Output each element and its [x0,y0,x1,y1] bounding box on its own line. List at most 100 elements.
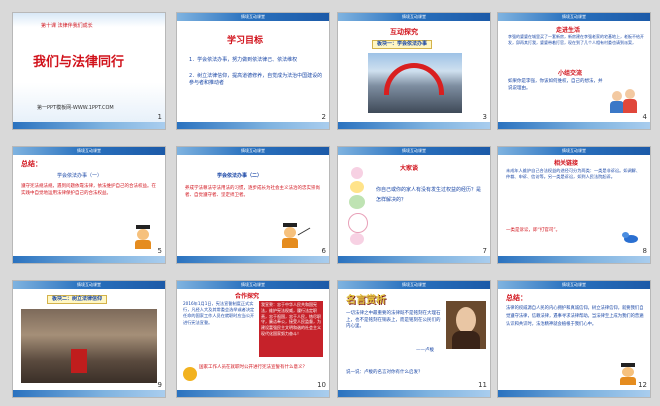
slide-title: 相关链接 [554,160,579,167]
header-text: 情境互动课堂 [77,282,101,287]
slide-number: 8 [642,247,647,255]
slide-header-band: 情境互动课堂 [177,13,329,21]
slide-body: 未成年人维护自己合法权益的途径可分为两类：一类是非诉讼。如调解、仲裁、申诉、信访… [506,168,641,180]
slide-footer-band [13,390,165,397]
header-text: 情境互动课堂 [77,148,101,153]
slide-number: 2 [321,113,326,121]
slide-header-band: 情境互动课堂 [498,13,650,21]
slide-point-2: 2．树立法律信仰，提高道德修养，自觉成为法治中国建设的参与者和推动者 [189,73,323,86]
slide-footer-band [177,122,329,129]
slide-subheading: 学会依法办事（一） [57,173,103,179]
slide-body: 养成学法尊法守法用法的习惯，逐步成长为社会主义法治的忠实崇尚者、自觉遵守者、坚定… [185,186,320,198]
slide-number: 9 [157,381,162,389]
slide-footer-band [177,256,329,263]
group-photo [368,53,462,113]
slide-title: 走进生活 [556,27,581,34]
slide-header-band: 情境互动课堂 [498,281,650,289]
slide-body: 2016年1月1日，宪法宣誓制度正式实行，凡经人大及其常委会选举或者决定任命的国… [183,301,255,325]
slide-point-1: 1．学会依法办事，努力做到依法律己、依法维权 [189,57,298,63]
slide-question: 说一说：卢梭的名言对你有什么启发？ [346,370,423,375]
slide-title: 名言赏析 [346,295,386,306]
slide-thumbnail-11[interactable]: 情境互动课堂 名言赏析 一切法律之中最重要的法律既不是铭刻在大理石上，也不是铭刻… [337,280,491,398]
slide-number: 3 [482,113,487,121]
header-text: 情境互动课堂 [562,14,586,19]
slide-number: 7 [482,247,487,255]
slide-tagline: 一类是诉讼，即“打官司”。 [506,228,561,233]
header-text: 情境互动课堂 [241,148,265,153]
rousseau-portrait [446,301,486,349]
slide-heading: 总结： [506,294,527,302]
slide-number: 6 [321,247,326,255]
slide-thumbnail-3[interactable]: 情境互动课堂 互动探究 板块一：学会依法办事 3 [337,12,491,130]
slide-header-band: 情境互动课堂 [338,147,490,155]
header-text: 情境互动课堂 [241,282,265,287]
oath-text-box: 我宣誓：忠于中华人民共和国宪法，维护宪法权威，履行法定职责，忠于祖国，忠于人民，… [259,301,323,357]
slide-thumbnail-7[interactable]: 情境互动课堂 大家谈 你自己或你的家人有没有发生过权益的经历？是怎样解决的？ 7 [337,146,491,264]
slide-number: 5 [157,247,162,255]
slide-thumbnail-1[interactable]: 第十课 法律伴我们成长 我们与法律同行 第一PPT模板网-WWW.1PPT.CO… [12,12,166,130]
teacher-cartoon-icon [616,363,640,385]
teacher-pointer-icon [281,223,311,249]
slide-footer-band [498,122,650,129]
slide-footer-band [338,122,490,129]
cartoon-students-icon [610,87,640,115]
slide-thumbnail-8[interactable]: 情境互动课堂 相关链接 未成年人维护自己合法权益的途径可分为两类：一类是非诉讼。… [497,146,651,264]
slide-body: 法律的权威源自人民的内心拥护和真诚信仰。树立法律信仰，就要我们自觉遵守法律，信赖… [506,306,644,327]
header-text: 情境互动课堂 [402,148,426,153]
slide-thumbnail-6[interactable]: 情境互动课堂 学会依法办事（二） 养成学法尊法守法用法的习惯，逐步成长为社会主义… [176,146,330,264]
slide-header-band: 情境互动课堂 [13,147,165,155]
slide-subheading: 学会依法办事（二） [217,173,263,179]
slide-number: 1 [157,113,162,121]
slide-header-band: 情境互动课堂 [177,281,329,289]
slide-header-band: 情境互动课堂 [498,147,650,155]
slide-thumbnail-5[interactable]: 情境互动课堂 总结： 学会依法办事（一） 遵守宪法规法规，遇到问题依靠法律，依法… [12,146,166,264]
slide-title: 我们与法律同行 [33,55,125,70]
slide-thumbnail-4[interactable]: 情境互动课堂 走进生活 李强的婆婆在城里买了一套新房，新房建在李强老家的宅基地上… [497,12,651,130]
podium [71,349,87,373]
slide-question: 国家工作人员在就职时公开进行宪法宣誓有什么意义？ [199,365,307,370]
slide-number: 11 [478,381,487,389]
slide-title-2: 小组交流 [558,70,583,77]
cartoon-mascot-icon [346,167,368,247]
question-mark-icon [183,367,197,381]
inflatable-arch [384,63,444,95]
slide-body-2: 如果你是李强，你该如何维权，自己的想法，并说说理由。 [508,79,603,91]
header-text: 情境互动课堂 [562,282,586,287]
slide-body: 你自己或你的家人有没有发生过权益的经历？是怎样解决的？ [376,187,482,203]
header-text: 情境互动课堂 [241,14,265,19]
slide-footer-band [338,390,490,397]
slide-thumbnail-2[interactable]: 情境互动课堂 学习目标 1．学会依法办事，努力做到依法律己、依法维权 2．树立法… [176,12,330,130]
slide-thumbnail-9[interactable]: 情境互动课堂 板块二：树立法律信仰 9 [12,280,166,398]
header-text: 情境互动课堂 [402,282,426,287]
quote-author: ——卢梭 [416,348,434,353]
slide-number: 4 [642,113,647,121]
slide-title: 合作探究 [235,293,260,300]
slide-thumbnail-10[interactable]: 情境互动课堂 合作探究 2016年1月1日，宪法宣誓制度正式实行，凡经人大及其常… [176,280,330,398]
slide-header-band: 情境互动课堂 [13,281,165,289]
slide-footer-band [498,390,650,397]
slide-subtitle: 板块一：学会依法办事 [372,40,433,49]
bird-icon [622,231,640,245]
slide-footer-band [13,256,165,263]
slide-heading: 总结： [21,160,42,168]
teacher-cartoon-icon [131,225,155,249]
slide-header-band: 情境互动课堂 [338,281,490,289]
slide-body: 遵守宪法规法规，遇到问题依靠法律，依法维护自己的合法权益。在实践中自觉地运用法律… [21,184,156,196]
slide-header-band: 情境互动课堂 [177,147,329,155]
quote-text: 一切法律之中最重要的法律既不是铭刻在大理石上，也不是铭刻在铜表上，而是铭刻在公民… [346,311,441,330]
header-text: 情境互动课堂 [402,14,426,19]
slide-header-band: 情境互动课堂 [338,13,490,21]
slide-kicker: 第十课 法律伴我们成长 [41,23,93,29]
slide-number: 10 [317,381,326,389]
oath-ceremony-photo [21,309,157,383]
slide-thumbnail-12[interactable]: 情境互动课堂 总结： 法律的权威源自人民的内心拥护和真诚信仰。树立法律信仰，就要… [497,280,651,398]
slide-footer-text: 第一PPT模板网-WWW.1PPT.COM [37,105,114,111]
slide-subtitle: 板块二：树立法律信仰 [47,295,108,304]
slide-number: 12 [638,381,647,389]
slide-title: 学习目标 [227,36,264,46]
slide-title: 大家谈 [400,165,419,172]
slide-footer-band [498,256,650,263]
slide-body: 李强的婆婆在城里买了一套新房，新房建在李强老家的宅基地上，老板不给开发，邱再其打… [508,34,644,45]
slide-footer-band [13,122,165,129]
header-text: 情境互动课堂 [562,148,586,153]
